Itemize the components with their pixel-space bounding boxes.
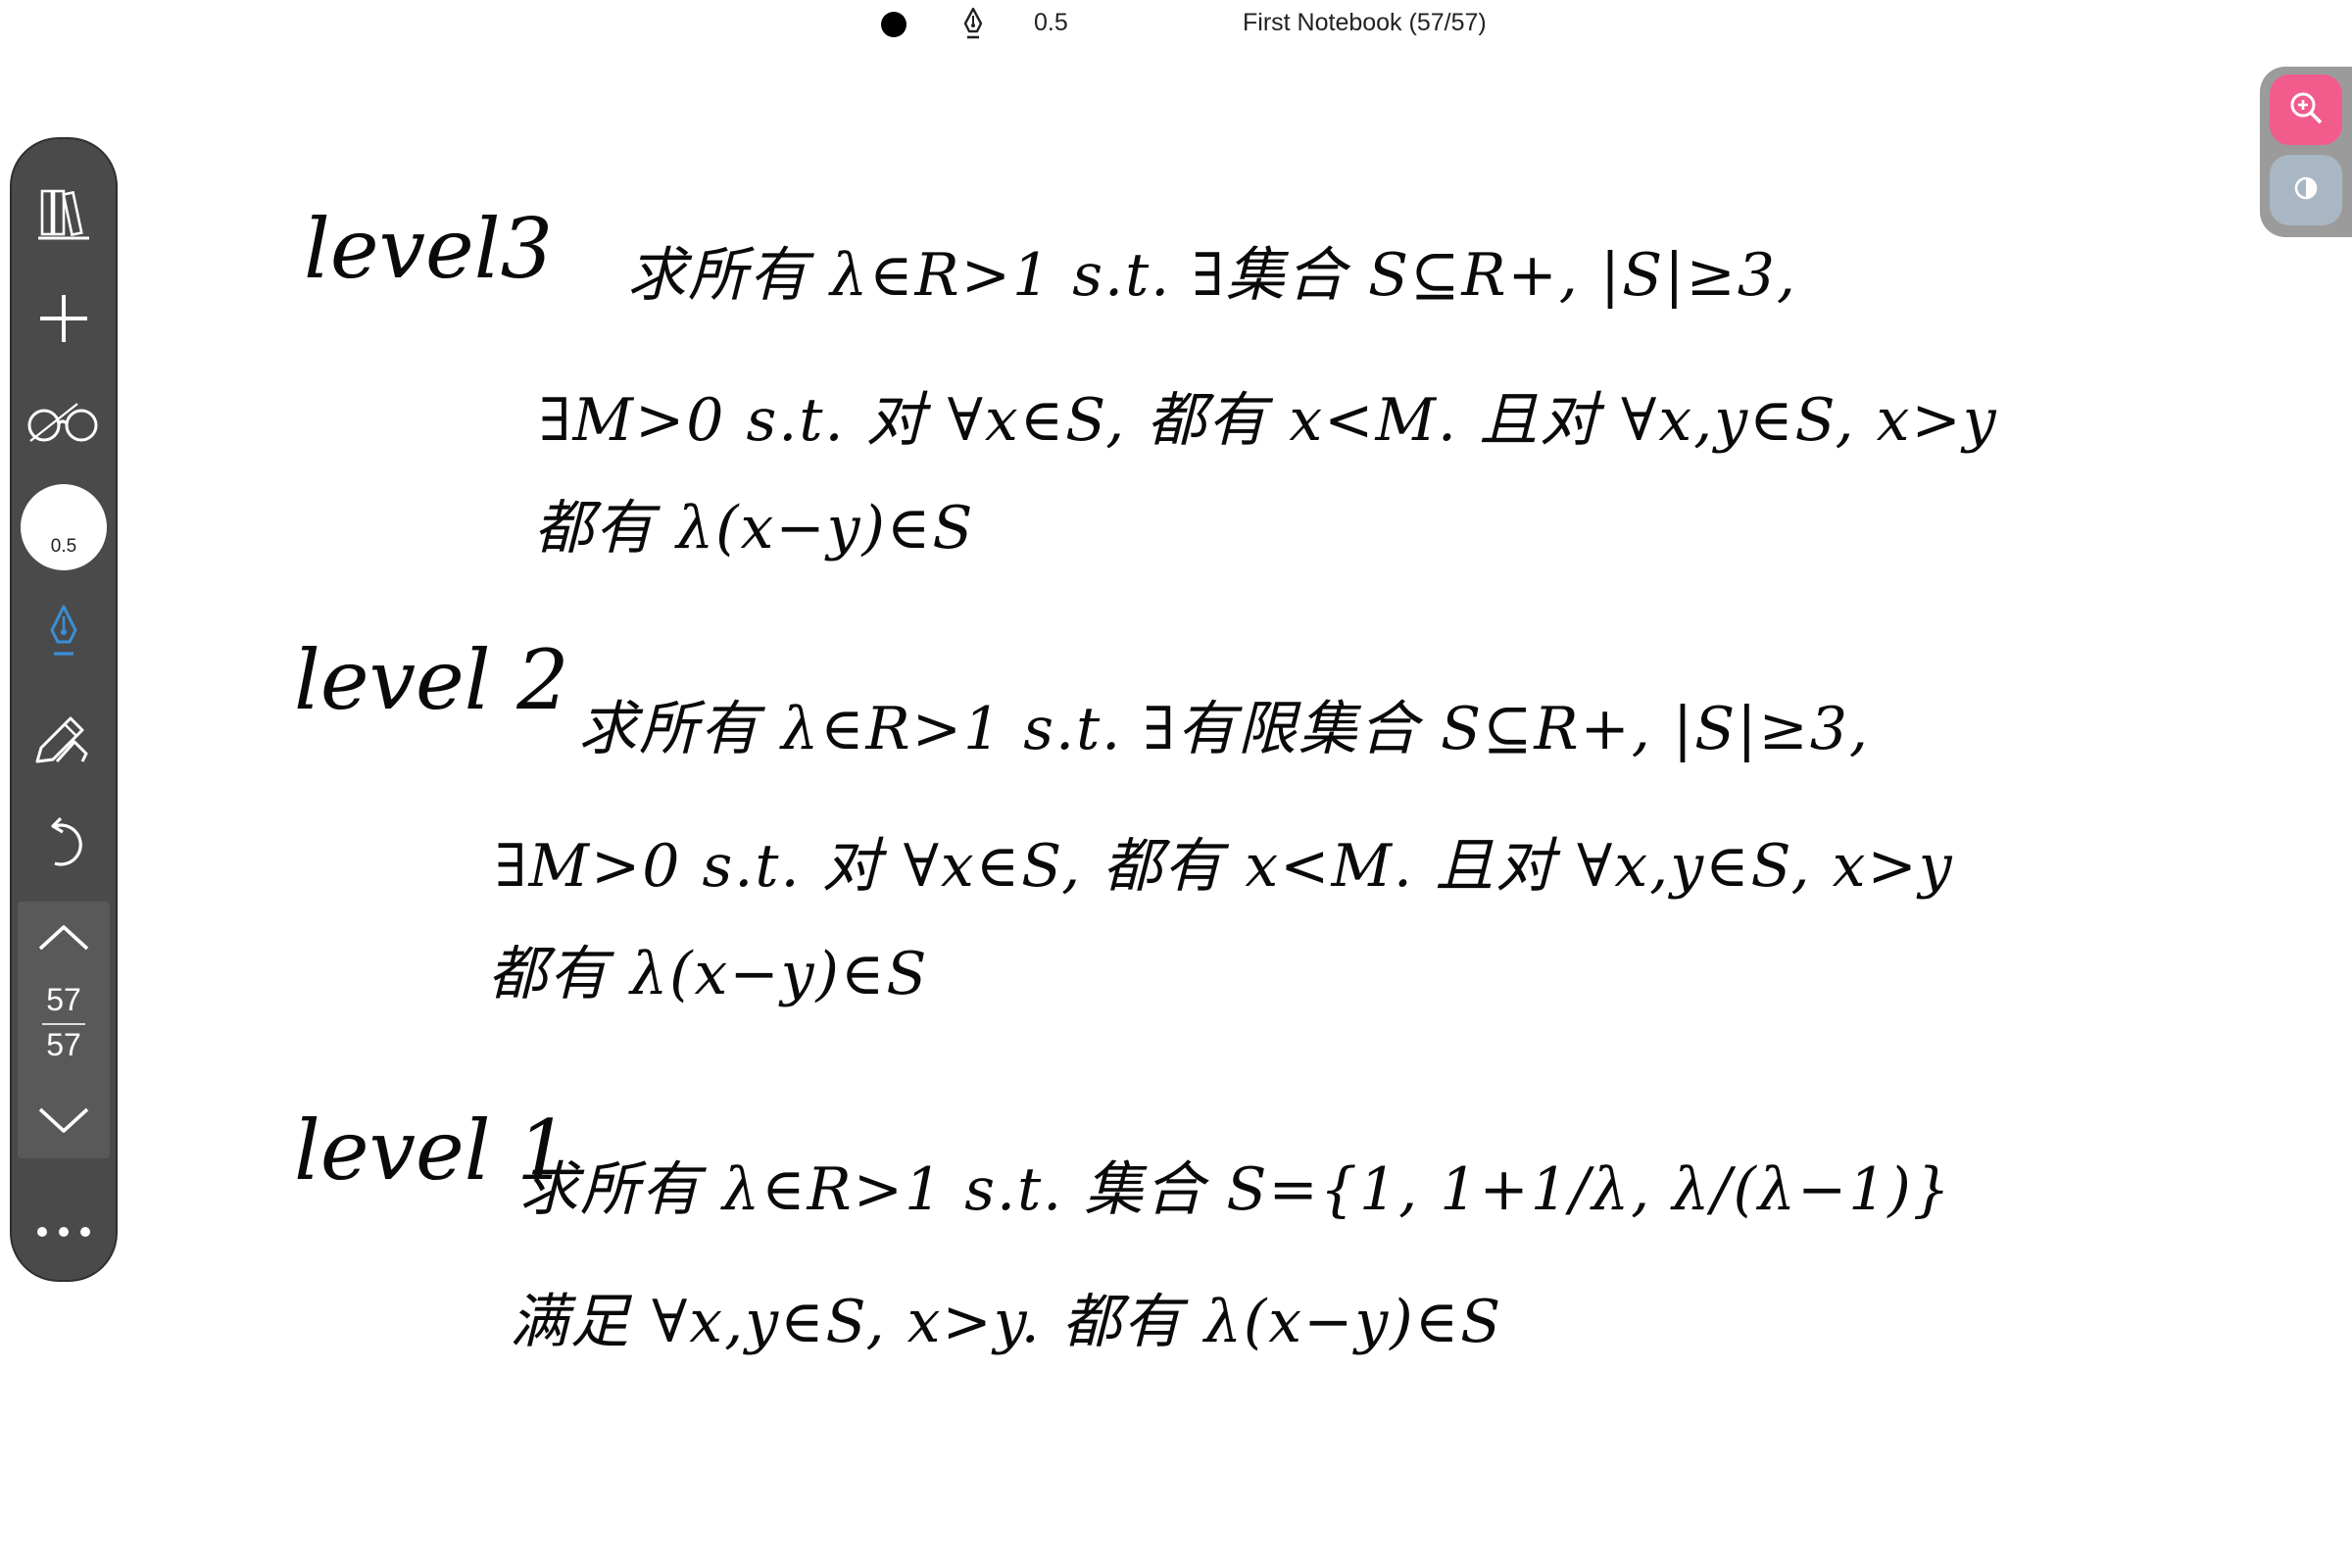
next-page-button[interactable] bbox=[18, 1094, 110, 1152]
zoom-panel bbox=[2260, 67, 2352, 237]
pencil-icon bbox=[31, 709, 96, 767]
level3-label: level3 bbox=[304, 201, 554, 297]
undo-button[interactable] bbox=[12, 800, 116, 888]
pen-tool-button[interactable] bbox=[12, 588, 116, 676]
level2-line1: 求所有 λ∈R>1 s.t. ∃有限集合 S⊆R+, |S|≥3, bbox=[578, 695, 1870, 763]
plus-icon bbox=[37, 292, 90, 345]
notebook-title: First Notebook (57/57) bbox=[1243, 9, 1487, 36]
level2-label: level 2 bbox=[294, 632, 569, 728]
level3-line1: 求所有 λ∈R>1 s.t. ∃集合 S⊆R+, |S|≥3, bbox=[627, 241, 1797, 310]
more-icon bbox=[34, 1224, 93, 1240]
chevron-up-icon bbox=[36, 921, 91, 957]
pen-color-swatch[interactable] bbox=[881, 12, 906, 37]
top-status-bar: 0.5 First Notebook (57/57) bbox=[0, 0, 2352, 49]
level2-line3: 都有 λ(x−y)∈S bbox=[488, 940, 929, 1008]
level3-line3: 都有 λ(x−y)∈S bbox=[534, 494, 975, 563]
prev-page-button[interactable] bbox=[18, 909, 110, 968]
pencil-tool-button[interactable] bbox=[12, 694, 116, 782]
tool-rail: 0.5 57 57 bbox=[10, 137, 118, 1282]
level1-line1: 求所有 λ∈R>1 s.t. 集合 S={1, 1+1/λ, λ/(λ−1)} bbox=[519, 1155, 1952, 1224]
notebook-page: level3 求所有 λ∈R>1 s.t. ∃集合 S⊆R+, |S|≥3, ∃… bbox=[0, 0, 2352, 1568]
level2-line2: ∃M>0 s.t. 对 ∀x∈S, 都有 x<M. 且对 ∀x,y∈S, x>y bbox=[495, 832, 1954, 901]
stroke-size-button[interactable]: 0.5 bbox=[21, 484, 107, 570]
add-page-button[interactable] bbox=[12, 274, 116, 363]
chevron-down-icon bbox=[36, 1105, 91, 1142]
zoom-button[interactable] bbox=[2270, 74, 2342, 145]
glasses-icon bbox=[24, 398, 103, 447]
current-page-number: 57 bbox=[46, 982, 81, 1017]
level1-label: level 1 bbox=[294, 1102, 569, 1199]
pen-size-value: 0.5 bbox=[1034, 9, 1068, 36]
view-mode-button[interactable] bbox=[12, 378, 116, 466]
fountain-pen-icon bbox=[44, 603, 83, 662]
total-page-number: 57 bbox=[46, 1027, 81, 1062]
fountain-pen-icon[interactable] bbox=[958, 6, 988, 41]
undo-icon bbox=[39, 814, 88, 873]
page-divider bbox=[42, 1023, 85, 1025]
zoom-in-icon bbox=[2288, 90, 2324, 130]
contrast-icon bbox=[2293, 175, 2319, 206]
level1-line2: 满足 ∀x,y∈S, x>y. 都有 λ(x−y)∈S bbox=[510, 1288, 1503, 1356]
books-icon bbox=[36, 183, 91, 242]
contrast-button[interactable] bbox=[2270, 155, 2342, 225]
page-navigator: 57 57 bbox=[18, 902, 110, 1158]
more-options-button[interactable] bbox=[12, 1188, 116, 1276]
level3-line2: ∃M>0 s.t. 对 ∀x∈S, 都有 x<M. 且对 ∀x,y∈S, x>y bbox=[539, 386, 1998, 455]
library-button[interactable] bbox=[12, 169, 116, 257]
stroke-size-label: 0.5 bbox=[50, 536, 77, 557]
